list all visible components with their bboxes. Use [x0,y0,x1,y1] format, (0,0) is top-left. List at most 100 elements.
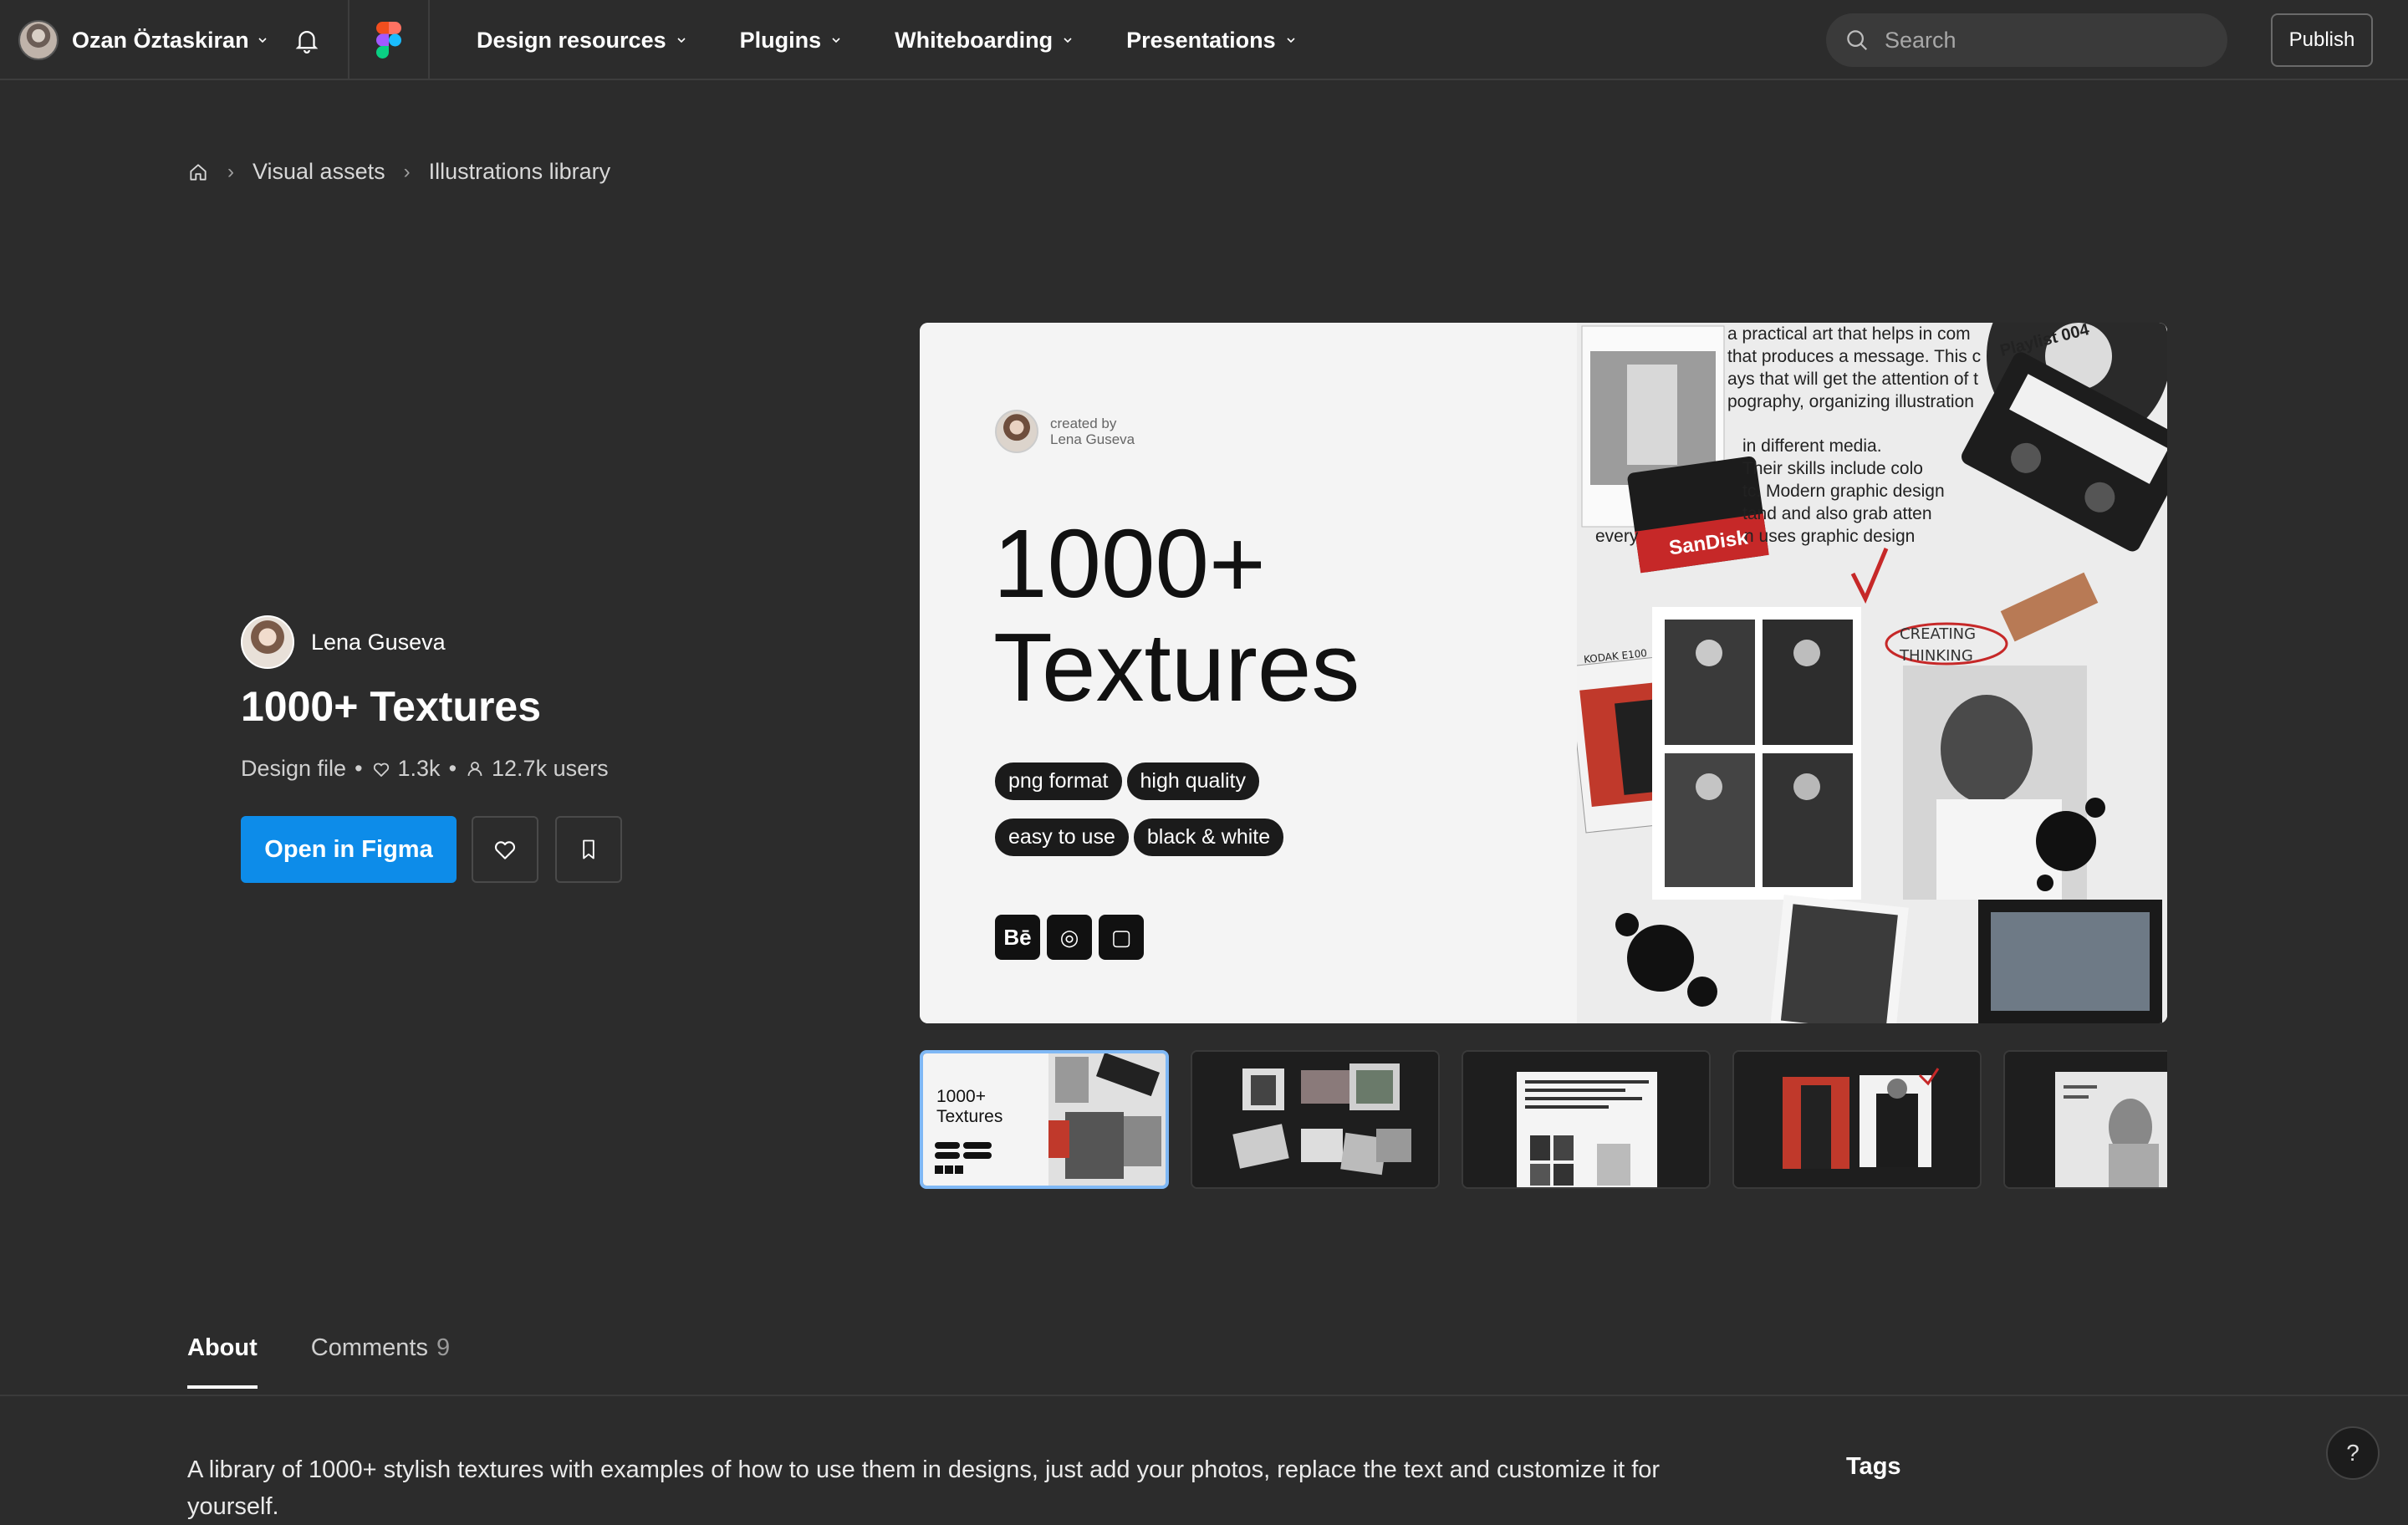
user-menu[interactable]: Ozan Öztaskiran [18,20,268,60]
collage-text: in different media. Their skills include… [1742,435,1945,525]
comments-count: 9 [436,1334,451,1361]
tab-label: About [187,1334,258,1361]
top-navigation-bar: Ozan Öztaskiran Design resources Plugins… [0,0,2408,80]
author-link[interactable]: Lena Guseva [241,615,446,669]
main-navigation: Design resources Plugins Whiteboarding P… [477,0,1349,80]
thumbnail-5[interactable] [2003,1050,2167,1189]
content-tabs: About Comments 9 [187,1334,503,1389]
tab-label: Comments [310,1334,428,1361]
users-count: 12.7k users [492,756,609,781]
file-type: Design file [241,756,347,781]
heart-icon [373,762,389,777]
nav-design-resources[interactable]: Design resources [477,28,686,54]
user-icon [467,761,482,776]
thumbnail-title-line: Textures [936,1107,1003,1126]
collage-text-line: Their skills include colo [1742,459,1923,478]
app-icon: ▢ [1099,915,1144,960]
tab-about[interactable]: About [187,1334,258,1389]
social-icons: Bē ◎ ▢ [995,915,1150,960]
chevron-down-icon [1287,38,1295,43]
about-description: A library of 1000+ stylish textures with… [187,1456,1661,1520]
publish-button[interactable]: Publish [2271,13,2373,67]
figma-logo-icon[interactable] [376,22,401,59]
nav-label: Whiteboarding [895,27,1054,53]
collage-text-line: in different media. [1742,436,1882,456]
hero-title-line: Textures [993,613,1360,722]
creator-badge: created by Lena Guseva [995,410,1135,453]
nav-label: Plugins [739,27,822,53]
author-avatar [241,615,294,669]
hero-preview-image[interactable]: created by Lena Guseva 1000+ Textures pn… [920,323,2167,1023]
search-icon [1847,30,1868,51]
hero-collage: a practical art that helps in com that p… [1577,323,2167,1023]
thumbnail-1-title: 1000+ Textures [936,1087,1002,1127]
like-button[interactable] [472,816,538,883]
thumbnail-strip: 1000+ Textures [920,1050,2167,1189]
file-meta: Design file • 1.3k • 12.7k users [241,756,609,782]
created-by-name: Lena Guseva [1050,431,1135,447]
meta-separator: • [355,756,363,781]
collage-text: n uses graphic design [1744,527,1916,546]
collage-text-line: a practical art that helps in com [1727,324,1971,344]
hero-title-line: 1000+ [993,509,1266,618]
pill-png-format: png format [995,762,1122,800]
thumbnail-3-graphic [1463,1052,1709,1187]
collage-graphics [1577,323,2167,1023]
pill-easy-to-use: easy to use [995,819,1129,856]
hero-cover-panel: created by Lena Guseva 1000+ Textures pn… [920,323,1577,1023]
collage-text: every [1595,527,1639,546]
created-by-label: created by [1050,416,1117,431]
chevron-down-icon [677,38,686,43]
nav-label: Design resources [477,27,666,53]
nav-divider [348,0,349,80]
thumbnail-2[interactable] [1191,1050,1440,1189]
help-button[interactable]: ? [2326,1426,2380,1480]
thumbnail-1[interactable]: 1000+ Textures [920,1050,1169,1189]
breadcrumb-visual-assets[interactable]: Visual assets [253,159,385,185]
tab-comments[interactable]: Comments 9 [311,1334,450,1389]
likes-count: 1.3k [397,756,441,781]
author-name: Lena Guseva [311,629,446,655]
nav-presentations[interactable]: Presentations [1126,28,1296,54]
thumbnail-4-graphic [1734,1052,1980,1187]
thumbnail-4[interactable] [1732,1050,1982,1189]
tags-heading: Tags [1846,1453,1901,1480]
thumbnail-title-line: 1000+ [936,1087,986,1106]
feature-pills: png format high quality easy to use black … [995,762,1413,875]
bookmark-icon [583,839,594,859]
open-in-figma-button[interactable]: Open in Figma [241,816,457,883]
notifications-bell-icon[interactable] [293,25,321,55]
breadcrumb-separator: › [403,160,411,183]
tabs-divider [0,1395,2408,1396]
behance-icon: Bē [995,915,1040,960]
heart-icon [494,841,516,859]
hero-title: 1000+ Textures [993,512,1360,719]
chevron-down-icon [1064,38,1072,43]
collage-text-line: tand and also grab atten [1742,504,1932,523]
collage-text-line: pography, organizing illustration [1727,392,1974,411]
user-avatar [18,20,59,60]
breadcrumb-separator: › [227,160,234,183]
pill-high-quality: high quality [1126,762,1259,800]
collage-text-line: that produces a message. This c [1727,347,1982,366]
creating-thinking-note: CREATING THINKING [1900,625,1977,665]
nav-divider [428,0,430,80]
collage-text: a practical art that helps in com that p… [1727,323,1981,413]
dribbble-icon: ◎ [1047,915,1092,960]
breadcrumb: › Visual assets › Illustrations library [187,159,610,185]
search-bar[interactable] [1826,13,2227,67]
breadcrumb-illustrations-library[interactable]: Illustrations library [429,159,611,185]
nav-whiteboarding[interactable]: Whiteboarding [895,28,1073,54]
creator-avatar [995,410,1038,453]
nav-plugins[interactable]: Plugins [740,28,842,54]
pill-black-white: black & white [1133,819,1284,856]
thumbnail-3[interactable] [1462,1050,1711,1189]
home-icon[interactable] [187,161,209,183]
search-input[interactable] [1883,26,2201,54]
collage-text-line: ays that will get the attention of t [1727,370,1979,389]
meta-separator: • [448,756,457,781]
thumbnail-5-graphic [2005,1052,2167,1187]
chevron-down-icon [832,38,840,43]
bookmark-button[interactable] [555,816,622,883]
thumbnail-2-graphic [1192,1052,1438,1187]
